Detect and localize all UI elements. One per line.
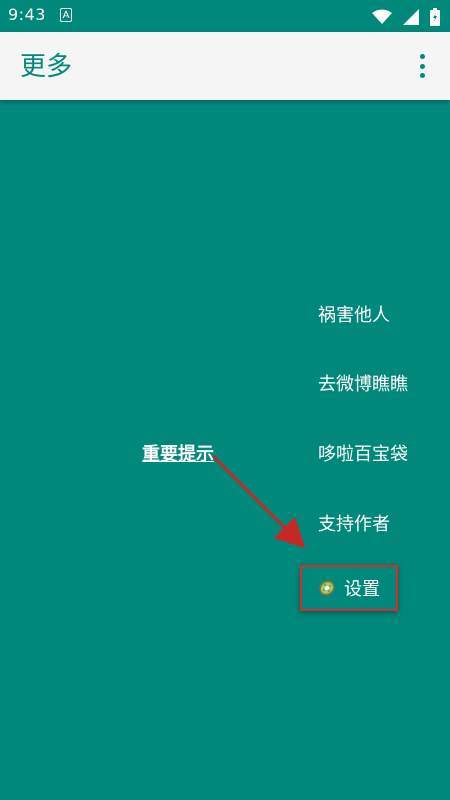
menu-dot <box>419 73 425 78</box>
menu-item-weibo[interactable]: 去微博瞧瞧 <box>318 370 408 396</box>
page-title: 更多 <box>20 52 73 82</box>
menu-item-settings[interactable]: 设置 <box>300 565 398 611</box>
menu-item-doraemon-bag[interactable]: 哆啦百宝袋 <box>318 440 408 466</box>
status-bar: 9:43 A <box>0 0 450 32</box>
main-content: 祸害他人 去微博瞧瞧 哆啦百宝袋 支持作者 设置 重要提示 <box>0 100 450 800</box>
menu-item-harm-others[interactable]: 祸害他人 <box>318 301 390 327</box>
wifi-icon <box>371 9 392 24</box>
menu-dot <box>419 54 425 59</box>
menu-item-support-author[interactable]: 支持作者 <box>318 510 390 536</box>
battery-icon <box>430 7 440 26</box>
important-notice-link[interactable]: 重要提示 <box>142 440 214 466</box>
menu-dot <box>419 63 425 69</box>
settings-label: 设置 <box>344 579 380 600</box>
a-icon: A <box>60 8 72 22</box>
status-icons <box>366 6 440 26</box>
kiwi-icon <box>319 580 335 596</box>
more-vert-icon[interactable] <box>410 52 434 80</box>
signal-icon <box>402 8 419 25</box>
status-time: 9:43 <box>8 5 46 24</box>
app-bar: 更多 <box>0 32 450 100</box>
